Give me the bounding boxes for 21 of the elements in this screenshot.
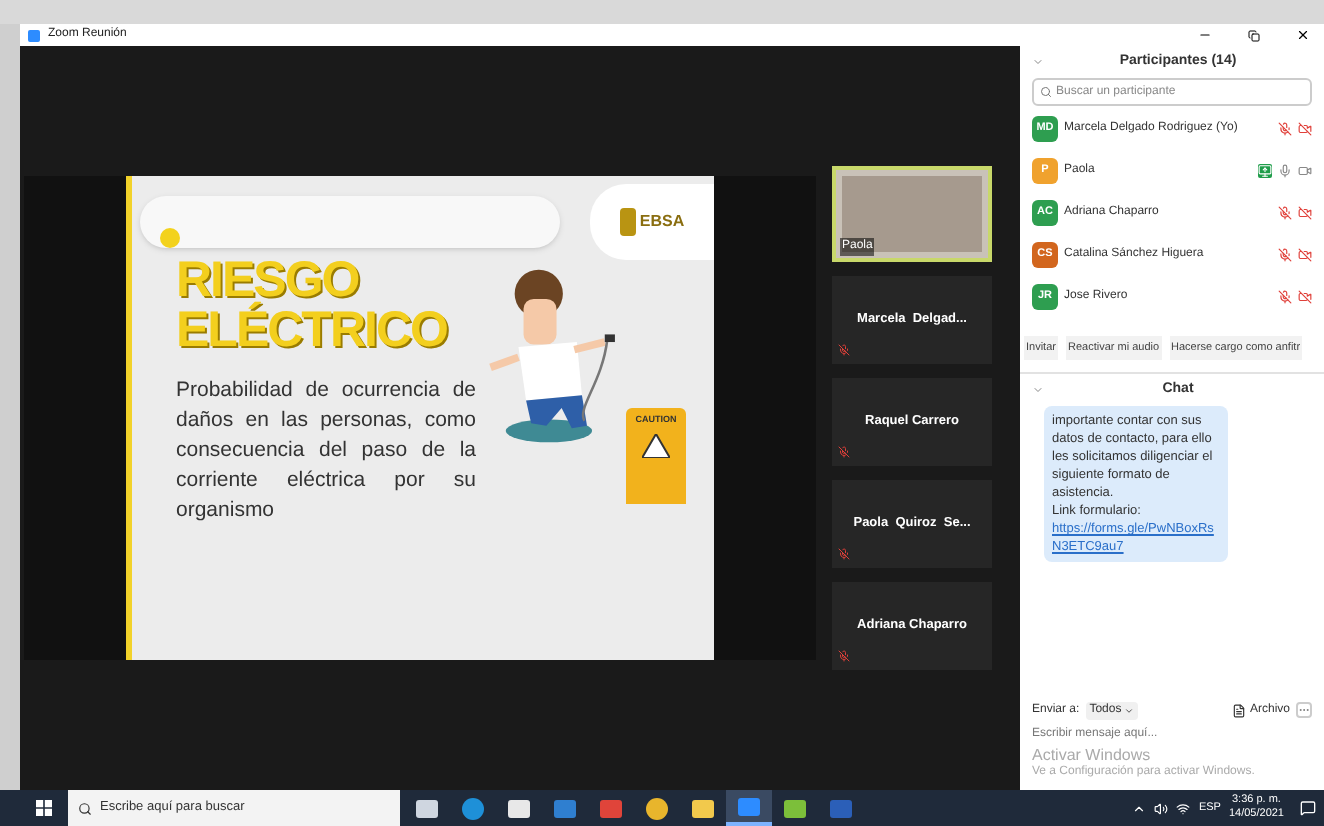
slide-title: ELÉCTRICO xyxy=(176,306,447,356)
warning-icon xyxy=(642,433,670,458)
network-icon[interactable] xyxy=(1176,801,1191,815)
logo-text: EBSA xyxy=(639,210,685,234)
chevron-up-icon[interactable] xyxy=(1132,801,1147,815)
app-logo-icon xyxy=(28,29,40,41)
notifications-icon[interactable] xyxy=(1300,800,1316,816)
logo-mark-icon xyxy=(619,208,636,236)
slide-body-text: Probabilidad de ocurrencia de daños en las personas, como consecuencia del paso de la corriente eléctrica por su organismo xyxy=(176,376,476,526)
minimize-icon[interactable] xyxy=(1198,28,1212,42)
close-icon[interactable] xyxy=(1296,28,1310,42)
search-icon xyxy=(78,801,92,815)
speaker-icon[interactable] xyxy=(1154,801,1169,815)
activation-title: Activar Windows xyxy=(1032,746,1153,764)
windows-logo-icon[interactable] xyxy=(36,800,52,816)
photo-placeholder xyxy=(842,176,982,252)
more-icon[interactable] xyxy=(1296,702,1312,718)
restore-icon[interactable] xyxy=(1248,29,1260,41)
caret-icon xyxy=(1123,705,1134,715)
search-icon xyxy=(1040,86,1052,98)
file-icon xyxy=(1231,703,1246,717)
